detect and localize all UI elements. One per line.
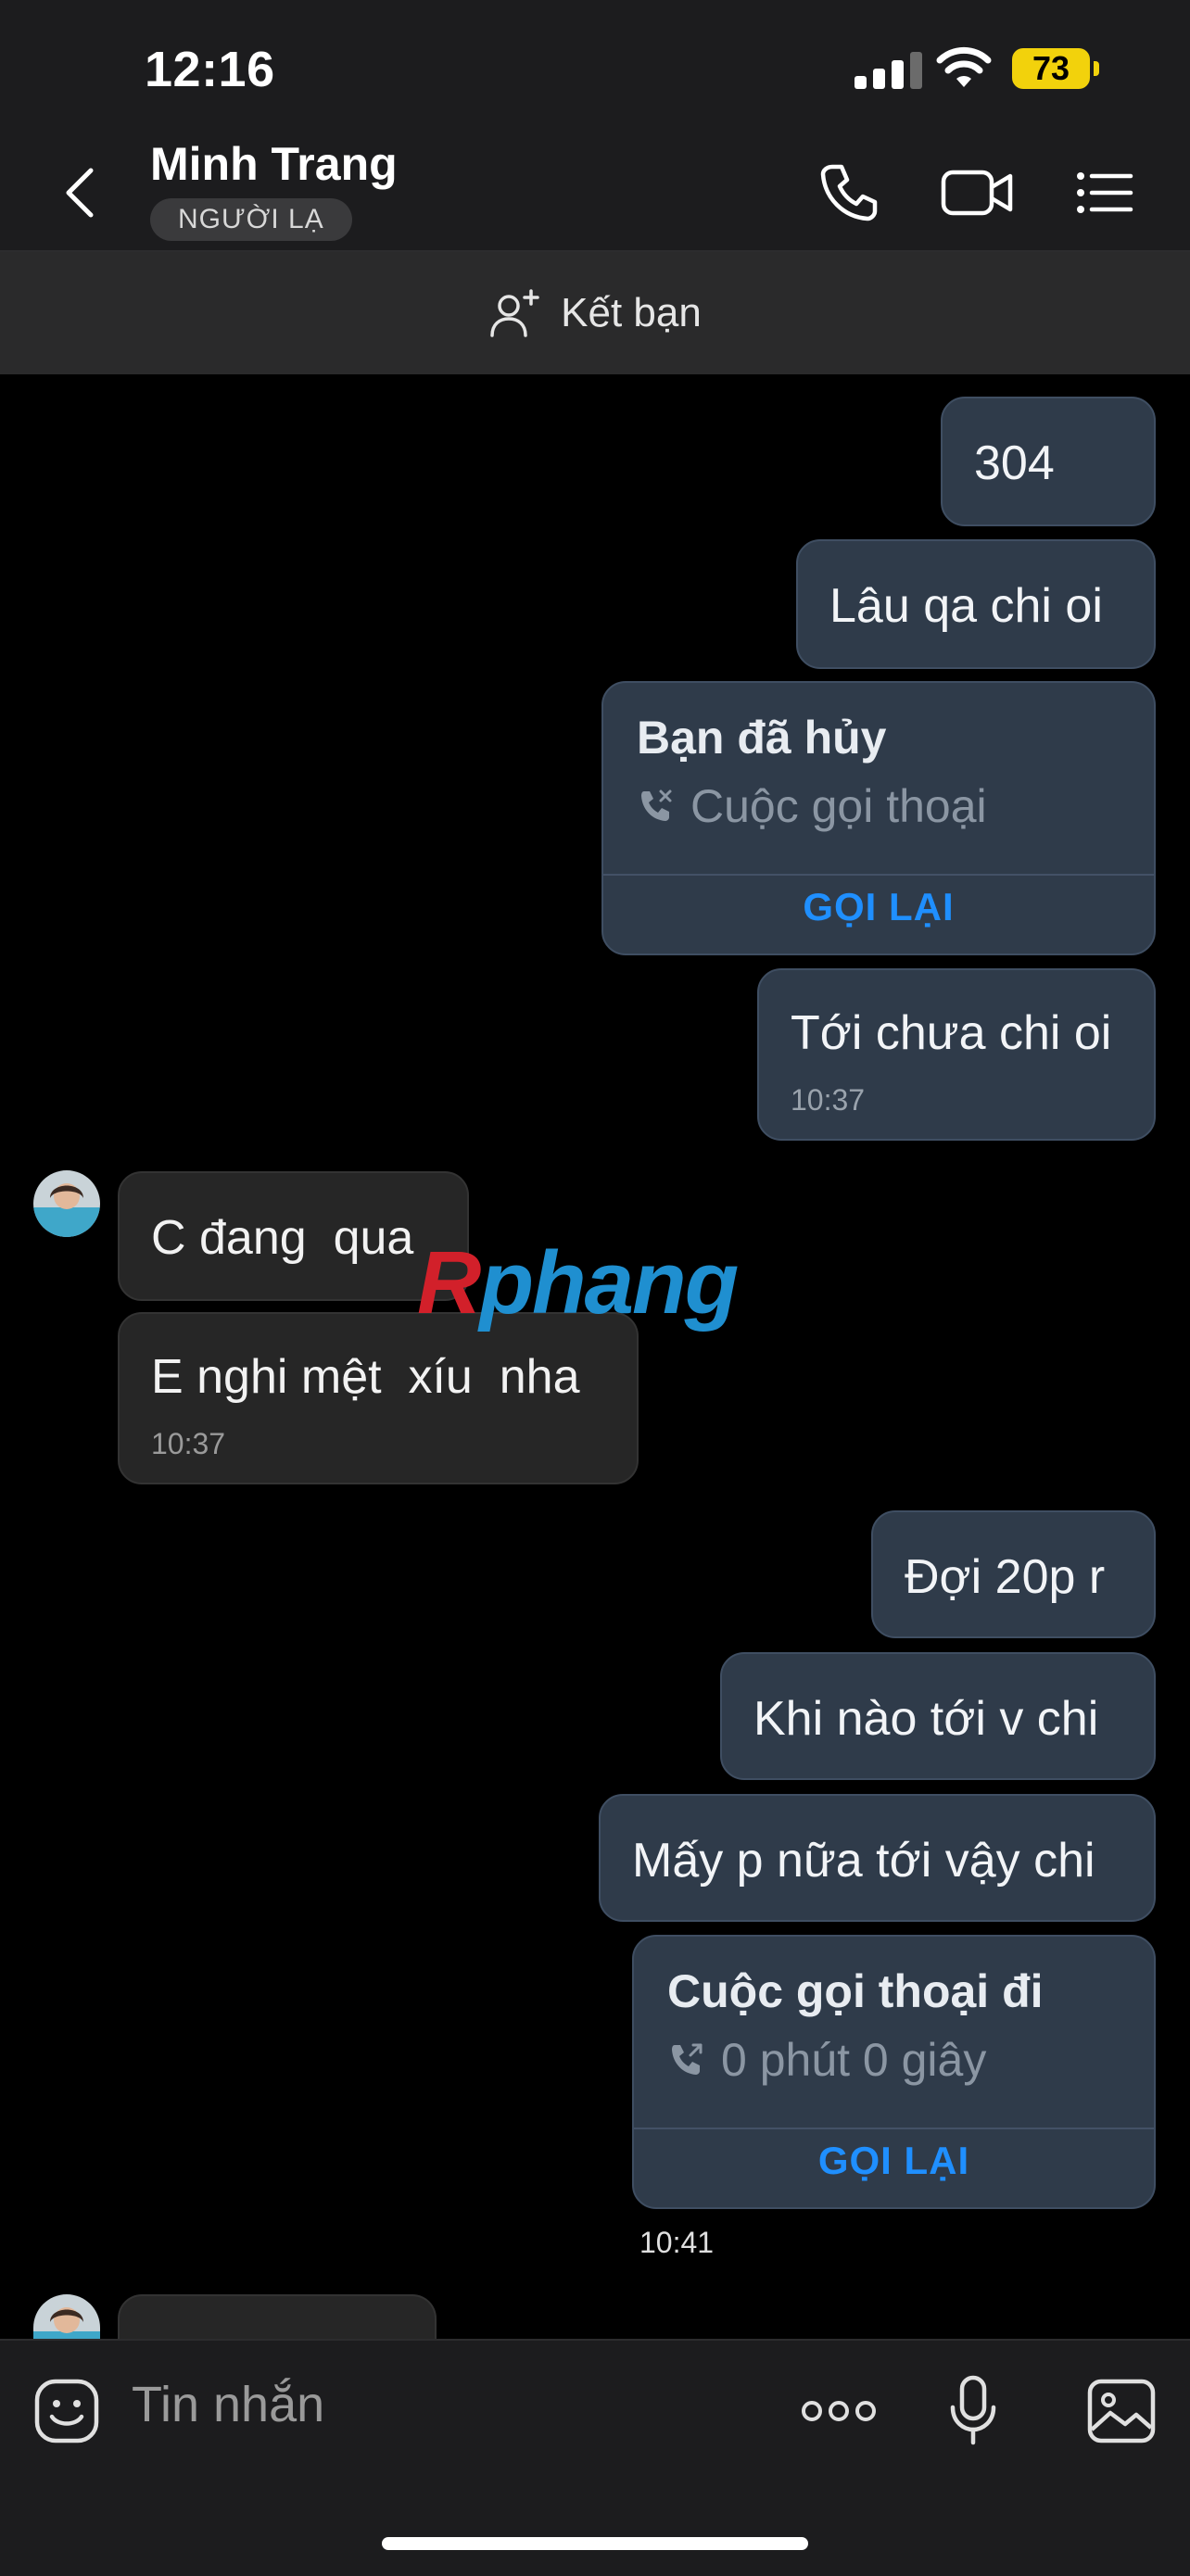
call-subtitle: 0 phút 0 giây — [721, 2034, 987, 2086]
message-text: 304 — [974, 436, 1055, 490]
call-back-button[interactable]: GỌI LẠI — [634, 2139, 1154, 2203]
video-call-icon[interactable] — [940, 158, 1014, 228]
watermark-logo: Rphang — [417, 1233, 739, 1332]
home-indicator — [382, 2537, 808, 2550]
message-text: C đang qua — [151, 1211, 414, 1265]
add-friend-button[interactable]: Kết bạn — [0, 252, 1190, 374]
call-card-outgoing[interactable]: Cuộc gọi thoại đi 0 phút 0 giây GỌI LẠI — [632, 1935, 1156, 2209]
message-time: 10:37 — [151, 1427, 226, 1460]
back-icon[interactable] — [59, 165, 104, 221]
call-card-cancelled[interactable]: Bạn đã hủy Cuộc gọi thoại GỌI LẠI — [601, 681, 1156, 955]
contact-name[interactable]: Minh Trang — [150, 137, 398, 191]
call-title: Bạn đã hủy — [637, 712, 887, 764]
message-time: 10:37 — [791, 1083, 866, 1117]
call-subtitle: Cuộc gọi thoại — [690, 780, 987, 832]
message-text: E nghi mệt xíu nha — [151, 1350, 580, 1404]
message-bubble-outgoing[interactable]: Đợi 20p r — [871, 1510, 1156, 1638]
message-bubble-outgoing[interactable]: 304 — [941, 397, 1156, 526]
message-text: Lâu qa chi oi — [829, 579, 1103, 633]
message-bubble-outgoing[interactable]: Lâu qa chi oi — [796, 539, 1156, 669]
message-bubble-outgoing[interactable]: Mấy p nữa tới vậy chi — [599, 1794, 1156, 1922]
avatar[interactable] — [33, 2294, 100, 2339]
add-user-icon — [490, 289, 539, 337]
image-icon[interactable] — [1086, 2378, 1157, 2444]
call-subtitle-row: 0 phút 0 giây — [667, 2033, 986, 2087]
microphone-icon[interactable] — [947, 2374, 999, 2448]
signal-icon — [855, 52, 922, 89]
call-subtitle-row: Cuộc gọi thoại — [637, 779, 987, 833]
message-bubble-incoming[interactable]: E nghi mệt xíu nha 10:37 — [118, 1312, 639, 1484]
call-back-button[interactable]: GỌI LẠI — [603, 885, 1154, 950]
battery-cap — [1094, 61, 1099, 76]
wifi-icon — [936, 46, 992, 87]
status-time: 12:16 — [145, 42, 275, 97]
battery-icon: 73 — [1012, 48, 1090, 89]
call-title: Cuộc gọi thoại đi — [667, 1965, 1044, 2017]
avatar[interactable] — [33, 1170, 100, 1237]
message-bubble-outgoing[interactable]: Tới chưa chi oi 10:37 — [757, 968, 1156, 1141]
message-text: Tới chưa chi oi — [791, 1006, 1112, 1060]
sticker-icon[interactable] — [33, 2378, 100, 2444]
message-input[interactable]: Tin nhắn — [132, 2376, 324, 2433]
stranger-badge: NGƯỜI LẠ — [150, 198, 352, 241]
message-time: 10:41 — [639, 2226, 715, 2259]
message-text: Mấy p nữa tới vậy chi — [632, 1834, 1095, 1888]
message-text: Khi nào tới v chi — [753, 1692, 1099, 1746]
add-friend-label: Kết bạn — [561, 290, 702, 335]
message-bubble-outgoing[interactable]: Khi nào tới v chi — [720, 1652, 1156, 1780]
outgoing-call-icon — [672, 2043, 703, 2075]
message-text: Đợi 20p r — [905, 1550, 1106, 1604]
phone-icon[interactable] — [814, 158, 884, 228]
more-icon[interactable] — [801, 2393, 877, 2430]
divider — [603, 874, 1154, 876]
message-bubble-incoming-partial[interactable] — [118, 2294, 437, 2339]
divider — [634, 2128, 1154, 2129]
menu-list-icon[interactable] — [1075, 158, 1134, 228]
missed-call-icon — [641, 789, 672, 821]
